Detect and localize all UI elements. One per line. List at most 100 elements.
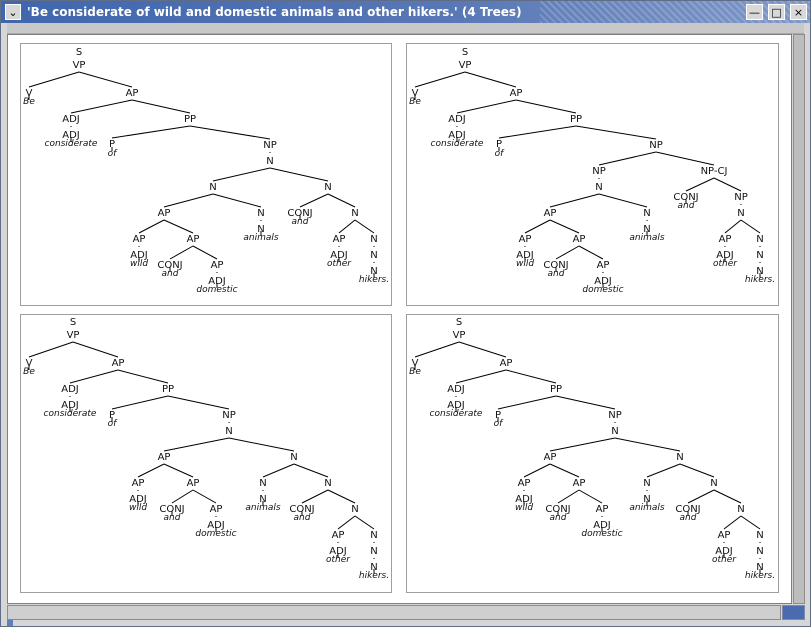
tree-edge (555, 395, 616, 410)
tree-1-svg: SVPVBeAPADJADJconsideratePPPofNPNNAPAPAD… (23, 47, 389, 295)
tree-edge (192, 245, 218, 260)
tree-edge (167, 395, 230, 410)
tree-edge (555, 245, 580, 260)
window-menu-button[interactable]: ⌄ (5, 4, 21, 20)
tree-word-domestic: domestic (582, 285, 623, 295)
tree-node-adj: ADJ (62, 114, 80, 125)
status-corner (7, 620, 13, 626)
tree-word-and: and (550, 513, 567, 523)
tree-node-ap: AP (719, 234, 732, 245)
tree-word-domestic: domestic (195, 529, 236, 539)
tree-edge (578, 489, 603, 504)
tree-edge (117, 369, 169, 384)
tree-edge (72, 341, 119, 358)
tree-node-n: N (225, 426, 232, 437)
tree-edge (138, 219, 165, 234)
tree-edge (169, 245, 194, 260)
title-bar[interactable]: ⌄ 'Be considerate of wild and domestic a… (1, 1, 810, 23)
tree-node-np: NP (592, 166, 606, 177)
tree-word-other: other (327, 259, 352, 269)
tree-word-of: of (108, 419, 119, 429)
tree-node-np: NP (608, 410, 622, 421)
tree-node-n: N (324, 182, 331, 193)
tree-edge (497, 395, 557, 410)
tree-word-other: other (712, 555, 737, 565)
maximize-button[interactable]: □ (768, 4, 785, 20)
tree-node-n: N (643, 478, 650, 489)
tree-edge (498, 125, 577, 139)
tree-edge (598, 193, 648, 208)
tree-edge (549, 463, 580, 478)
tree-edge (28, 341, 74, 358)
tree-node-n: N (595, 182, 602, 193)
tree-edge (354, 219, 375, 234)
toolbar-strip (7, 23, 804, 34)
tree-edge (578, 245, 604, 260)
tree-edge (740, 515, 761, 530)
tree-node-n: N (266, 156, 273, 167)
tree-word-and: and (294, 513, 311, 523)
tree-node-vp: VP (73, 60, 86, 71)
vertical-scrollbar[interactable] (793, 34, 805, 604)
tree-panel-4: S VP V Be AP ADJ ADJ considerate PP Pof NP N AP AP ADJ… (406, 314, 779, 593)
minimize-button[interactable]: — (746, 4, 763, 20)
tree-edge (269, 167, 329, 182)
tree-node-ap: AP (510, 88, 523, 99)
tree-canvas: S VP V Be AP ADJ ADJ considerate PP Pof NP N N AP AP AD… (7, 34, 792, 604)
tree-node-n: N (756, 250, 763, 261)
tree-word-hikers: hikers. (359, 571, 389, 581)
tree-edge (299, 193, 329, 208)
tree-edge (212, 167, 271, 182)
tree-word-wild: wild (130, 259, 148, 269)
tree-edge (614, 437, 681, 452)
tree-node-ap: AP (332, 530, 345, 541)
tree-word-of: of (495, 149, 506, 159)
tree-edge (505, 369, 557, 384)
tree-word-considerate: considerate (45, 139, 98, 149)
tree-edge (713, 177, 742, 192)
tree-node-adj: ADJ (447, 384, 465, 395)
tree-word-considerate: considerate (430, 409, 483, 419)
tree-edge (524, 219, 551, 234)
tree-node-ap: AP (573, 478, 586, 489)
tree-word-and: and (680, 513, 697, 523)
tree-node-n: N (351, 504, 358, 515)
tree-node-np-cj: NP-CJ (701, 166, 728, 177)
tree-node-ap: AP (210, 504, 223, 515)
tree-word-be: Be (23, 97, 35, 107)
tree-edge (78, 71, 133, 88)
tree-word-and: and (678, 201, 695, 211)
close-button[interactable]: × (790, 4, 807, 20)
tree-edge (192, 489, 217, 504)
tree-edge (28, 71, 80, 88)
tree-node-ap: AP (718, 530, 731, 541)
tree-word-domestic: domestic (196, 285, 237, 295)
tree-edge (679, 463, 715, 478)
tree-panel-1: S VP V Be AP ADJ ADJ considerate PP Pof NP N N AP AP AD… (20, 43, 392, 306)
tree-edge (189, 125, 271, 140)
tree-node-n: N (370, 530, 377, 541)
tree-word-animals: animals (629, 233, 665, 243)
tree-node-ap: AP (133, 234, 146, 245)
tree-panel-2: S VP V Be AP ADJ ADJ considerate PP Pof NP NP N AP AP A… (406, 43, 779, 306)
tree-node-np: NP (222, 410, 236, 421)
tree-word-of: of (108, 149, 119, 159)
maximize-icon: □ (771, 5, 782, 19)
horizontal-scrollbar[interactable] (7, 605, 781, 620)
tree-word-be: Be (409, 97, 421, 107)
tree-edge (523, 463, 551, 478)
tree-node-n: N (370, 234, 377, 245)
tree-viewer-window: ⌄ 'Be considerate of wild and domestic a… (0, 0, 811, 627)
tree-edge (69, 369, 119, 384)
tree-node-ap: AP (544, 452, 557, 463)
tree-node-pp: PP (184, 114, 196, 125)
tree-edge (549, 437, 616, 452)
tree-edge (111, 395, 169, 410)
tree-edge (575, 125, 657, 140)
tree-panel-3: S VP V Be AP ADJ ADJ considerate PP Pof NP N AP AP ADJ… (20, 314, 392, 593)
tree-edge (163, 219, 194, 234)
tree-edge (458, 341, 507, 358)
tree-node-vp: VP (67, 330, 80, 341)
tree-node-ap: AP (573, 234, 586, 245)
tree-word-of: of (494, 419, 505, 429)
